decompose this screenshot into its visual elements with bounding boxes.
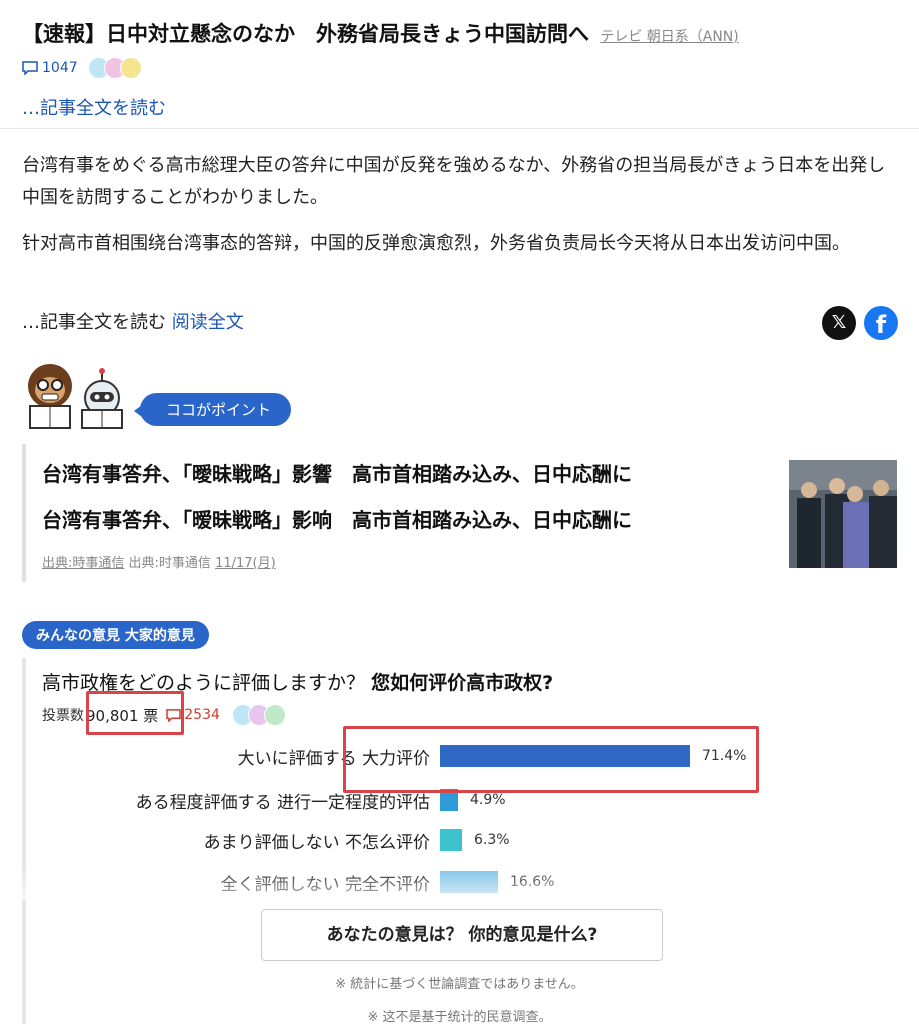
point-title-cn[interactable]: 台湾有事答弁、「暧昧戦略」影响 高市首相踏み込み、日中応酬に	[42, 504, 632, 533]
article-paragraph-jp: 台湾有事をめぐる高市総理大臣の答弁に中国が反発を強めるなか、外務省の担当局長がき…	[22, 155, 886, 208]
opinion-badge: みんなの意見 大家的意見	[22, 621, 209, 649]
point-source: 出典:時事通信 出典:时事通信 11/17(月)	[42, 552, 276, 571]
poll-option-label: 全く評価しない 完全不评价	[40, 870, 430, 895]
poll-question-cn: 您如何评价高市政权?	[371, 672, 554, 694]
news-photo[interactable]	[789, 460, 897, 568]
point-badge: ココがポイント	[133, 393, 292, 426]
poll-option-label-jp: 大いに評価する	[237, 749, 357, 769]
poll-option-label-cn: 完全不评价	[339, 875, 430, 895]
point-source-jp[interactable]: 出典:時事通信	[42, 556, 124, 571]
poll-option-percent: 6.3%	[474, 832, 510, 848]
x-icon: 𝕏	[831, 312, 847, 333]
highlight-box-top-option	[343, 726, 759, 793]
divider	[0, 128, 919, 129]
poll-disclaimer-jp: ※ 統計に基づく世論調査ではありません。	[335, 977, 584, 992]
facebook-share-button[interactable]: f	[864, 306, 898, 340]
poll-comment-count: 2534	[184, 707, 220, 723]
poll-option-label-cn: 不怎么评价	[339, 833, 430, 853]
facebook-icon: f	[875, 311, 887, 339]
read-more-link-jp[interactable]: …記事全文を読む	[22, 312, 166, 333]
poll-disclaimer-cn: ※ 这不是基于统计的民意调查。	[367, 1010, 552, 1025]
poll-option-label-cn: 进行一定程度的评估	[271, 793, 430, 813]
point-date: 11/17(月)	[215, 556, 276, 571]
comment-count-row[interactable]: 1047	[22, 57, 142, 79]
article-source[interactable]: テレビ 朝日系（ANN)	[600, 29, 738, 45]
votes-label: 投票数	[42, 708, 84, 724]
read-more-link-top[interactable]: …記事全文を読む	[22, 94, 166, 120]
poll-option-bar	[440, 871, 498, 893]
poll-option-percent: 4.9%	[470, 792, 506, 808]
read-more-link-cn[interactable]: 阅读全文	[172, 312, 244, 333]
poll-option-percent: 16.6%	[510, 874, 555, 890]
poll-option-label-jp: あまり評価しない	[203, 833, 340, 853]
comment-count: 1047	[42, 60, 78, 76]
highlight-box-votes	[86, 691, 184, 735]
x-share-button[interactable]: 𝕏	[822, 306, 856, 340]
comment-icon	[22, 61, 38, 75]
mascot-illustration	[28, 364, 123, 429]
article-paragraph-cn: 针对高市首相围绕台湾事态的答辩，中国的反弹愈演愈烈，外务省负责局长今天将从日本出…	[22, 233, 850, 254]
reaction-face-icon	[263, 704, 286, 726]
reaction-face-icon	[119, 57, 142, 79]
point-source-cn: 出典:时事通信	[128, 556, 211, 571]
poll-option-bar	[440, 829, 462, 851]
point-title-jp[interactable]: 台湾有事答弁、「曖昧戦略」影響 高市首相踏み込み、日中応酬に	[42, 458, 632, 487]
read-more-row[interactable]: …記事全文を読む 阅读全文	[22, 308, 244, 334]
poll-option-label: あまり評価しない 不怎么评价	[40, 828, 430, 853]
poll-option-label-jp: 全く評価しない	[220, 875, 340, 895]
poll-option-label-jp: ある程度評価する	[135, 793, 272, 813]
article-headline[interactable]: 【速報】日中対立懸念のなか 外務省局長きょう中国訪問へ テレビ 朝日系（ANN)	[22, 18, 739, 48]
reaction-faces	[87, 57, 142, 79]
headline-text[interactable]: 【速報】日中対立懸念のなか 外務省局長きょう中国訪問へ	[22, 22, 589, 46]
reaction-faces	[231, 704, 286, 726]
your-opinion-button[interactable]: あなたの意見は？ 你的意见是什么?	[261, 909, 663, 961]
